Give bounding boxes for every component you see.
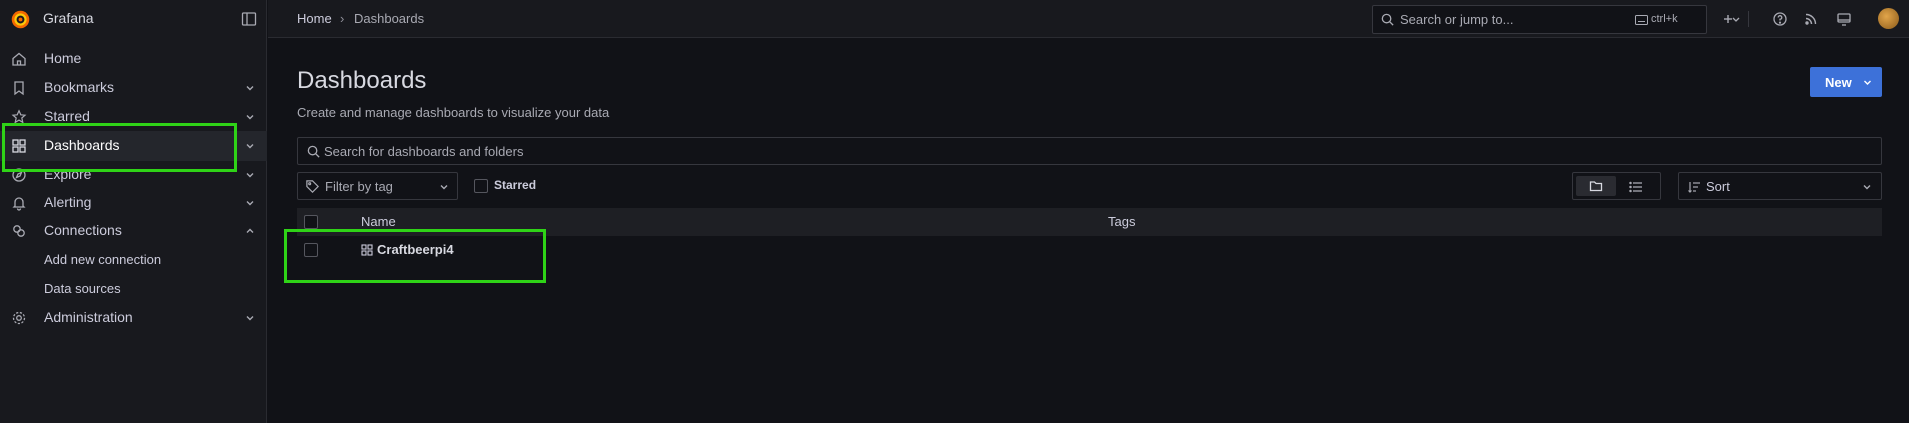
sort-select[interactable]: Sort <box>1678 172 1882 200</box>
sidebar-item-label: Administration <box>44 309 133 325</box>
sidebar-item-alerting[interactable]: Alerting <box>0 189 267 217</box>
chevron-down-icon <box>1863 185 1871 190</box>
apps-icon <box>12 139 26 153</box>
row-checkbox[interactable] <box>304 243 318 257</box>
chevron-up-icon[interactable] <box>244 225 256 237</box>
brand-name: Grafana <box>43 10 94 26</box>
chevron-down-icon[interactable] <box>244 169 256 181</box>
dock-menu-icon[interactable] <box>241 11 257 27</box>
apps-icon <box>361 244 373 256</box>
sidebar-item-label: Connections <box>44 222 122 238</box>
bookmark-icon <box>14 81 24 96</box>
breadcrumb-separator: › <box>340 11 345 26</box>
table-row[interactable]: Craftbeerpi4 <box>297 236 1882 264</box>
main-content: Dashboards Create and manage dashboards … <box>268 39 1909 423</box>
brand: Grafana <box>0 0 267 38</box>
grafana-logo-icon[interactable] <box>10 9 31 30</box>
keyboard-icon <box>1635 15 1648 25</box>
user-avatar[interactable] <box>1878 8 1899 29</box>
dashboard-name-link[interactable]: Craftbeerpi4 <box>377 242 454 257</box>
folder-view-button[interactable] <box>1576 176 1616 196</box>
starred-checkbox[interactable] <box>474 179 488 193</box>
search-icon <box>307 145 320 158</box>
new-button-label: New <box>1825 75 1852 90</box>
sidebar-item-dashboards[interactable]: Dashboards <box>0 131 267 161</box>
page-subtitle: Create and manage dashboards to visualiz… <box>297 105 610 120</box>
sidebar-subitem-add-new-connection[interactable]: Add new connection <box>44 252 161 267</box>
sidebar-item-home[interactable]: Home <box>0 45 267 73</box>
new-button[interactable]: New <box>1810 67 1882 97</box>
breadcrumb-home[interactable]: Home <box>297 11 332 26</box>
link-icon <box>13 225 25 237</box>
tag-icon <box>306 180 319 193</box>
chevron-down-icon[interactable] <box>244 312 256 324</box>
sidebar-item-label: Explore <box>44 166 92 182</box>
column-header-name[interactable]: Name <box>361 214 396 229</box>
dashboard-search-input[interactable]: Search for dashboards and folders <box>297 137 1882 165</box>
bell-icon <box>12 197 26 211</box>
sidebar-item-label: Dashboards <box>44 137 120 153</box>
chevron-down-icon[interactable] <box>244 140 256 152</box>
help-icon[interactable] <box>1770 9 1790 29</box>
cog-icon <box>12 311 26 325</box>
sort-amount-down-icon <box>1688 182 1700 193</box>
kiosk-monitor-icon[interactable] <box>1834 9 1854 29</box>
table-header: Name Tags <box>297 208 1882 236</box>
topbar: Home › Dashboards Search or jump to... c… <box>268 0 1909 38</box>
news-rss-icon[interactable] <box>1801 9 1821 29</box>
keyboard-shortcut: ctrl+k <box>1651 13 1678 25</box>
sidebar-item-bookmarks[interactable]: Bookmarks <box>0 74 267 102</box>
global-search-input[interactable]: Search or jump to... ctrl+k <box>1372 5 1707 34</box>
chevron-down-icon[interactable] <box>244 197 256 209</box>
filter-by-tag-placeholder: Filter by tag <box>325 179 393 194</box>
search-icon <box>1381 13 1394 26</box>
sort-placeholder: Sort <box>1706 179 1730 194</box>
page-title: Dashboards <box>297 67 427 94</box>
home-icon <box>12 52 26 66</box>
sidebar-item-label: Home <box>44 50 82 66</box>
grafana-app: Grafana Home Bookmarks Starred Dashboard… <box>0 0 1909 423</box>
select-all-checkbox[interactable] <box>304 215 318 229</box>
sidebar-item-label: Alerting <box>44 194 92 210</box>
starred-label: Starred <box>494 178 537 192</box>
add-chevron-down-icon[interactable] <box>1730 9 1742 29</box>
compass-icon <box>12 168 26 182</box>
breadcrumb-current: Dashboards <box>354 11 425 26</box>
list-view-icon[interactable] <box>1628 179 1644 195</box>
chevron-down-icon <box>440 185 448 190</box>
sidebar: Grafana Home Bookmarks Starred Dashboard… <box>0 0 267 423</box>
sidebar-item-starred[interactable]: Starred <box>0 103 267 131</box>
global-search-placeholder: Search or jump to... <box>1400 12 1514 27</box>
sidebar-item-label: Starred <box>44 108 90 124</box>
star-icon <box>11 109 27 124</box>
folder-icon <box>1589 181 1603 192</box>
sidebar-item-connections[interactable]: Connections <box>0 217 267 245</box>
dashboard-search-placeholder: Search for dashboards and folders <box>324 144 524 159</box>
view-toggle <box>1572 172 1661 200</box>
sidebar-item-explore[interactable]: Explore <box>0 161 267 189</box>
chevron-down-icon <box>1864 80 1871 85</box>
sidebar-item-administration[interactable]: Administration <box>0 304 267 332</box>
column-header-tags: Tags <box>1108 214 1136 229</box>
chevron-down-icon[interactable] <box>244 111 256 123</box>
filter-by-tag-select[interactable]: Filter by tag <box>297 172 458 200</box>
sidebar-subitem-data-sources[interactable]: Data sources <box>44 281 121 296</box>
chevron-down-icon[interactable] <box>244 82 256 94</box>
topbar-divider <box>1748 11 1749 27</box>
sidebar-item-label: Bookmarks <box>44 79 115 95</box>
